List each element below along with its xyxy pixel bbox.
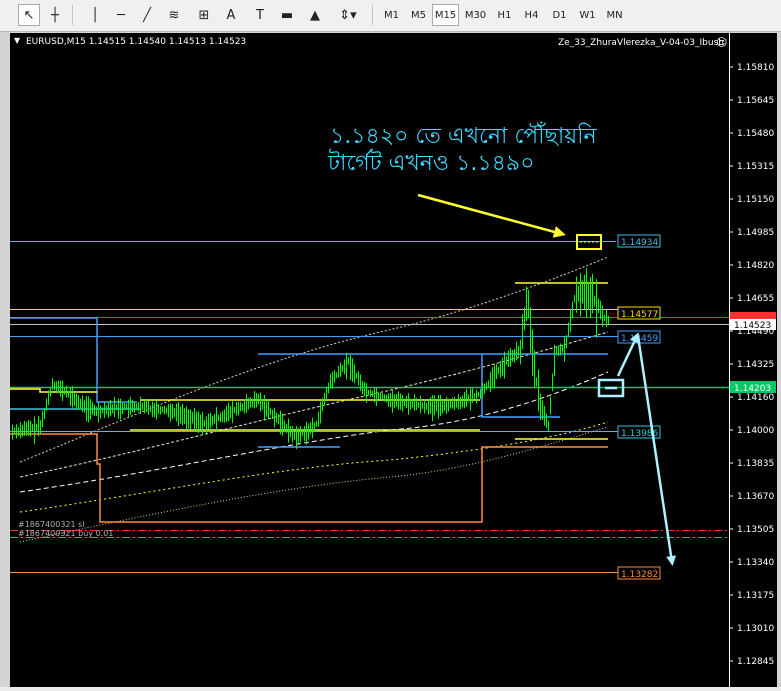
fibonacci-icon[interactable]: ≋: [163, 4, 185, 26]
timeframe-m30[interactable]: M30: [462, 4, 489, 26]
price-tag: 1.14203: [734, 384, 771, 394]
chart-window: 1.15810 1.15645 1.15480 1.15315 1.15150 1.149…: [0, 32, 781, 687]
price-axis-label: 1.13175: [737, 591, 774, 601]
price-axis-label: 1.14655: [737, 294, 774, 304]
price-axis-label: 1.13010: [737, 624, 774, 634]
timeframe-m15[interactable]: M15: [432, 4, 459, 26]
horizontal-line-icon[interactable]: ─: [110, 4, 132, 26]
price-axis-label: 1.14000: [737, 426, 774, 436]
price-axis-label: 1.15480: [737, 129, 774, 139]
vertical-line-icon[interactable]: │: [84, 4, 106, 26]
price-axis-label: 1.15810: [737, 63, 774, 73]
text-icon[interactable]: A: [220, 4, 242, 26]
price-axis-label: 1.14325: [737, 360, 774, 370]
rectangle-icon[interactable]: ▬: [276, 4, 298, 26]
triangle-icon[interactable]: ▲: [304, 4, 326, 26]
chart-header: EURUSD,M15 1.14515 1.14540 1.14513 1.145…: [26, 37, 246, 47]
price-axis-label: 1.15645: [737, 96, 774, 106]
timeframe-h4[interactable]: H4: [518, 4, 545, 26]
toolbar-separator: [372, 5, 373, 25]
chart-menu-icon[interactable]: ▼: [14, 36, 21, 45]
price-axis-label: 1.14160: [737, 393, 774, 403]
price-axis-label: 1.13670: [737, 492, 774, 502]
price-axis-label: 1.14985: [737, 228, 774, 238]
trendline-icon[interactable]: ╱: [136, 4, 158, 26]
price-axis-label: 1.14820: [737, 261, 774, 271]
gann-grid-icon[interactable]: ⊞: [193, 4, 215, 26]
price-tag: 1.14523: [734, 321, 771, 331]
order-buy-label: #1867400321 buy 0.01: [18, 529, 113, 538]
price-axis-label: 1.15150: [737, 195, 774, 205]
price-axis-label: 1.13340: [737, 558, 774, 568]
price-axis-label: 1.13835: [737, 459, 774, 469]
price-axis-label: 1.15315: [737, 162, 774, 172]
timeframe-m1[interactable]: M1: [378, 4, 405, 26]
arrows-dropdown-icon[interactable]: ⇕▾: [334, 4, 362, 26]
level-label: 1.13282: [621, 570, 658, 580]
timeframe-m5[interactable]: M5: [405, 4, 432, 26]
annotation-line-1: ১.১৪২০ তে এখনো পৌঁছায়নি: [330, 122, 597, 149]
crosshair-icon[interactable]: ┼: [44, 4, 66, 26]
cursor-icon[interactable]: ↖: [18, 4, 40, 26]
annotation-line-2: টার্গেট এখনও ১.১৪৯০: [327, 149, 535, 176]
order-sl-label: #1867400321 sl: [18, 520, 85, 529]
price-axis-label: 1.13505: [737, 525, 774, 535]
toolbar-separator: [72, 5, 73, 25]
text-label-icon[interactable]: T: [249, 4, 271, 26]
timeframe-mn[interactable]: MN: [601, 4, 628, 26]
price-chart[interactable]: 1.15810 1.15645 1.15480 1.15315 1.15150 1.149…: [0, 32, 781, 687]
level-label: 1.14577: [621, 310, 658, 320]
chart-toolbar: ↖ ┼ │ ─ ╱ ≋ ⊞ A T ▬ ▲ ⇕▾ M1 M5 M15 M30 H1 H4 D1 W1 MN: [0, 0, 781, 32]
level-label: 1.14934: [621, 238, 658, 248]
expert-smiley-icon[interactable]: ☺: [716, 36, 727, 49]
price-axis-label: 1.12845: [737, 657, 774, 667]
timeframe-d1[interactable]: D1: [546, 4, 573, 26]
expert-name: Ze_33_ZhuraVlerezka_V-04-03_Ibush: [558, 38, 724, 48]
timeframe-w1[interactable]: W1: [574, 4, 601, 26]
timeframe-h1[interactable]: H1: [491, 4, 518, 26]
